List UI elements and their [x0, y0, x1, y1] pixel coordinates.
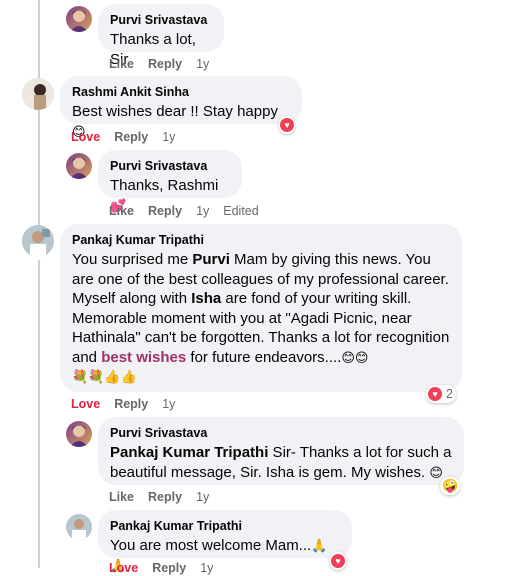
reaction-badge[interactable]: ♥ [279, 116, 295, 134]
reply-button[interactable]: Reply [148, 56, 182, 72]
comment-author[interactable]: Rashmi Ankit Sinha [72, 84, 290, 100]
comment-bubble: Purvi Srivastava Thanks a lot, Sir [98, 4, 224, 68]
timestamp[interactable]: 1y [196, 489, 209, 505]
reply-button[interactable]: Reply [114, 129, 148, 145]
comment-author[interactable]: Pankaj Kumar Tripathi [72, 232, 450, 248]
reply-button[interactable]: Reply [148, 203, 182, 219]
love-button[interactable]: Love [109, 560, 138, 576]
avatar[interactable] [66, 514, 92, 540]
comment-actions: Love Reply 1y [71, 396, 189, 412]
avatar-image-icon [66, 514, 92, 540]
reaction-badge[interactable]: ♥ [330, 552, 346, 570]
timestamp[interactable]: 1y [196, 56, 209, 72]
avatar[interactable] [66, 421, 92, 447]
reply-button[interactable]: Reply [152, 560, 186, 576]
like-button[interactable]: Like [109, 489, 134, 505]
comment-author[interactable]: Pankaj Kumar Tripathi [110, 518, 340, 534]
like-button[interactable]: Like [109, 56, 134, 72]
timestamp[interactable]: 1y [162, 396, 175, 412]
love-button[interactable]: Love [71, 129, 100, 145]
reply-button[interactable]: Reply [148, 489, 182, 505]
avatar-image-icon [22, 78, 54, 110]
smile-emoji-icon: 😊 [429, 464, 443, 480]
comment-author[interactable]: Purvi Srivastava [110, 425, 452, 441]
avatar-image-icon [22, 225, 54, 257]
comment-text-content: Thanks, Rashmi [110, 177, 219, 194]
avatar[interactable] [22, 78, 54, 110]
text-segment: for future endeavors.... [186, 348, 342, 366]
edited-label: Edited [223, 204, 259, 218]
love-button[interactable]: Love [71, 396, 100, 412]
comment-bubble: Purvi Srivastava Thanks, Rashmi 💕 [98, 150, 242, 213]
text-segment: You surprised me [72, 251, 193, 268]
comment-text-content: You are most welcome Mam... [110, 537, 312, 554]
reply-button[interactable]: Reply [114, 396, 148, 412]
comment-bubble: Pankaj Kumar Tripathi You are most welco… [98, 510, 352, 573]
mention-isha[interactable]: Isha [191, 290, 221, 307]
comment-actions: Like Reply 1y [109, 489, 223, 505]
heart-reaction-icon: ♥ [280, 118, 294, 132]
highlighted-phrase[interactable]: best wishes [101, 349, 186, 366]
mention-purvi[interactable]: Purvi [192, 251, 230, 268]
comment-text: You surprised me Purvi Mam by giving thi… [72, 250, 450, 387]
heart-reaction-icon: ♥ [331, 554, 345, 568]
like-button[interactable]: Like [109, 203, 134, 219]
reaction-count: 2 [446, 387, 453, 401]
thread-line [38, 260, 40, 568]
comment-author[interactable]: Purvi Srivastava [110, 158, 230, 174]
reaction-badge[interactable]: 🤪 [440, 477, 461, 495]
timestamp[interactable]: 1y [196, 203, 209, 219]
avatar-image-icon [70, 425, 88, 447]
flowers-thumbs-emoji-icon: 💐💐👍👍 [72, 369, 137, 384]
comment-text: Pankaj Kumar Tripathi Sir- Thanks a lot … [110, 443, 452, 482]
avatar-image-icon [70, 10, 88, 32]
avatar[interactable] [66, 6, 92, 32]
timestamp[interactable]: 1y [200, 560, 213, 576]
comment-actions: Like Reply 1y Edited [109, 203, 273, 219]
comment-actions: Love Reply 1y [109, 560, 227, 576]
reaction-badge[interactable]: ♥ 2 [426, 385, 456, 403]
avatar[interactable] [22, 225, 54, 257]
avatar-image-icon [70, 157, 88, 179]
comment-author[interactable]: Purvi Srivastava [110, 12, 212, 28]
comment-actions: Like Reply 1y [109, 56, 223, 72]
comment-bubble: Pankaj Kumar Tripathi You surprised me P… [60, 224, 462, 392]
comment-bubble: Rashmi Ankit Sinha Best wishes dear !! S… [60, 76, 302, 139]
heart-reaction-icon: ♥ [428, 387, 442, 401]
mention-link[interactable]: Pankaj Kumar Tripathi [110, 444, 268, 461]
thread-line [38, 0, 40, 232]
timestamp[interactable]: 1y [162, 129, 175, 145]
comment-bubble: Purvi Srivastava Pankaj Kumar Tripathi S… [98, 417, 464, 485]
avatar[interactable] [66, 153, 92, 179]
comment-text-content: Best wishes dear !! Stay happy [72, 103, 278, 120]
crazy-face-reaction-icon: 🤪 [442, 478, 459, 493]
smile-emoji-icon: 😊😊 [341, 349, 369, 365]
comment-actions: Love Reply 1y [71, 129, 189, 145]
